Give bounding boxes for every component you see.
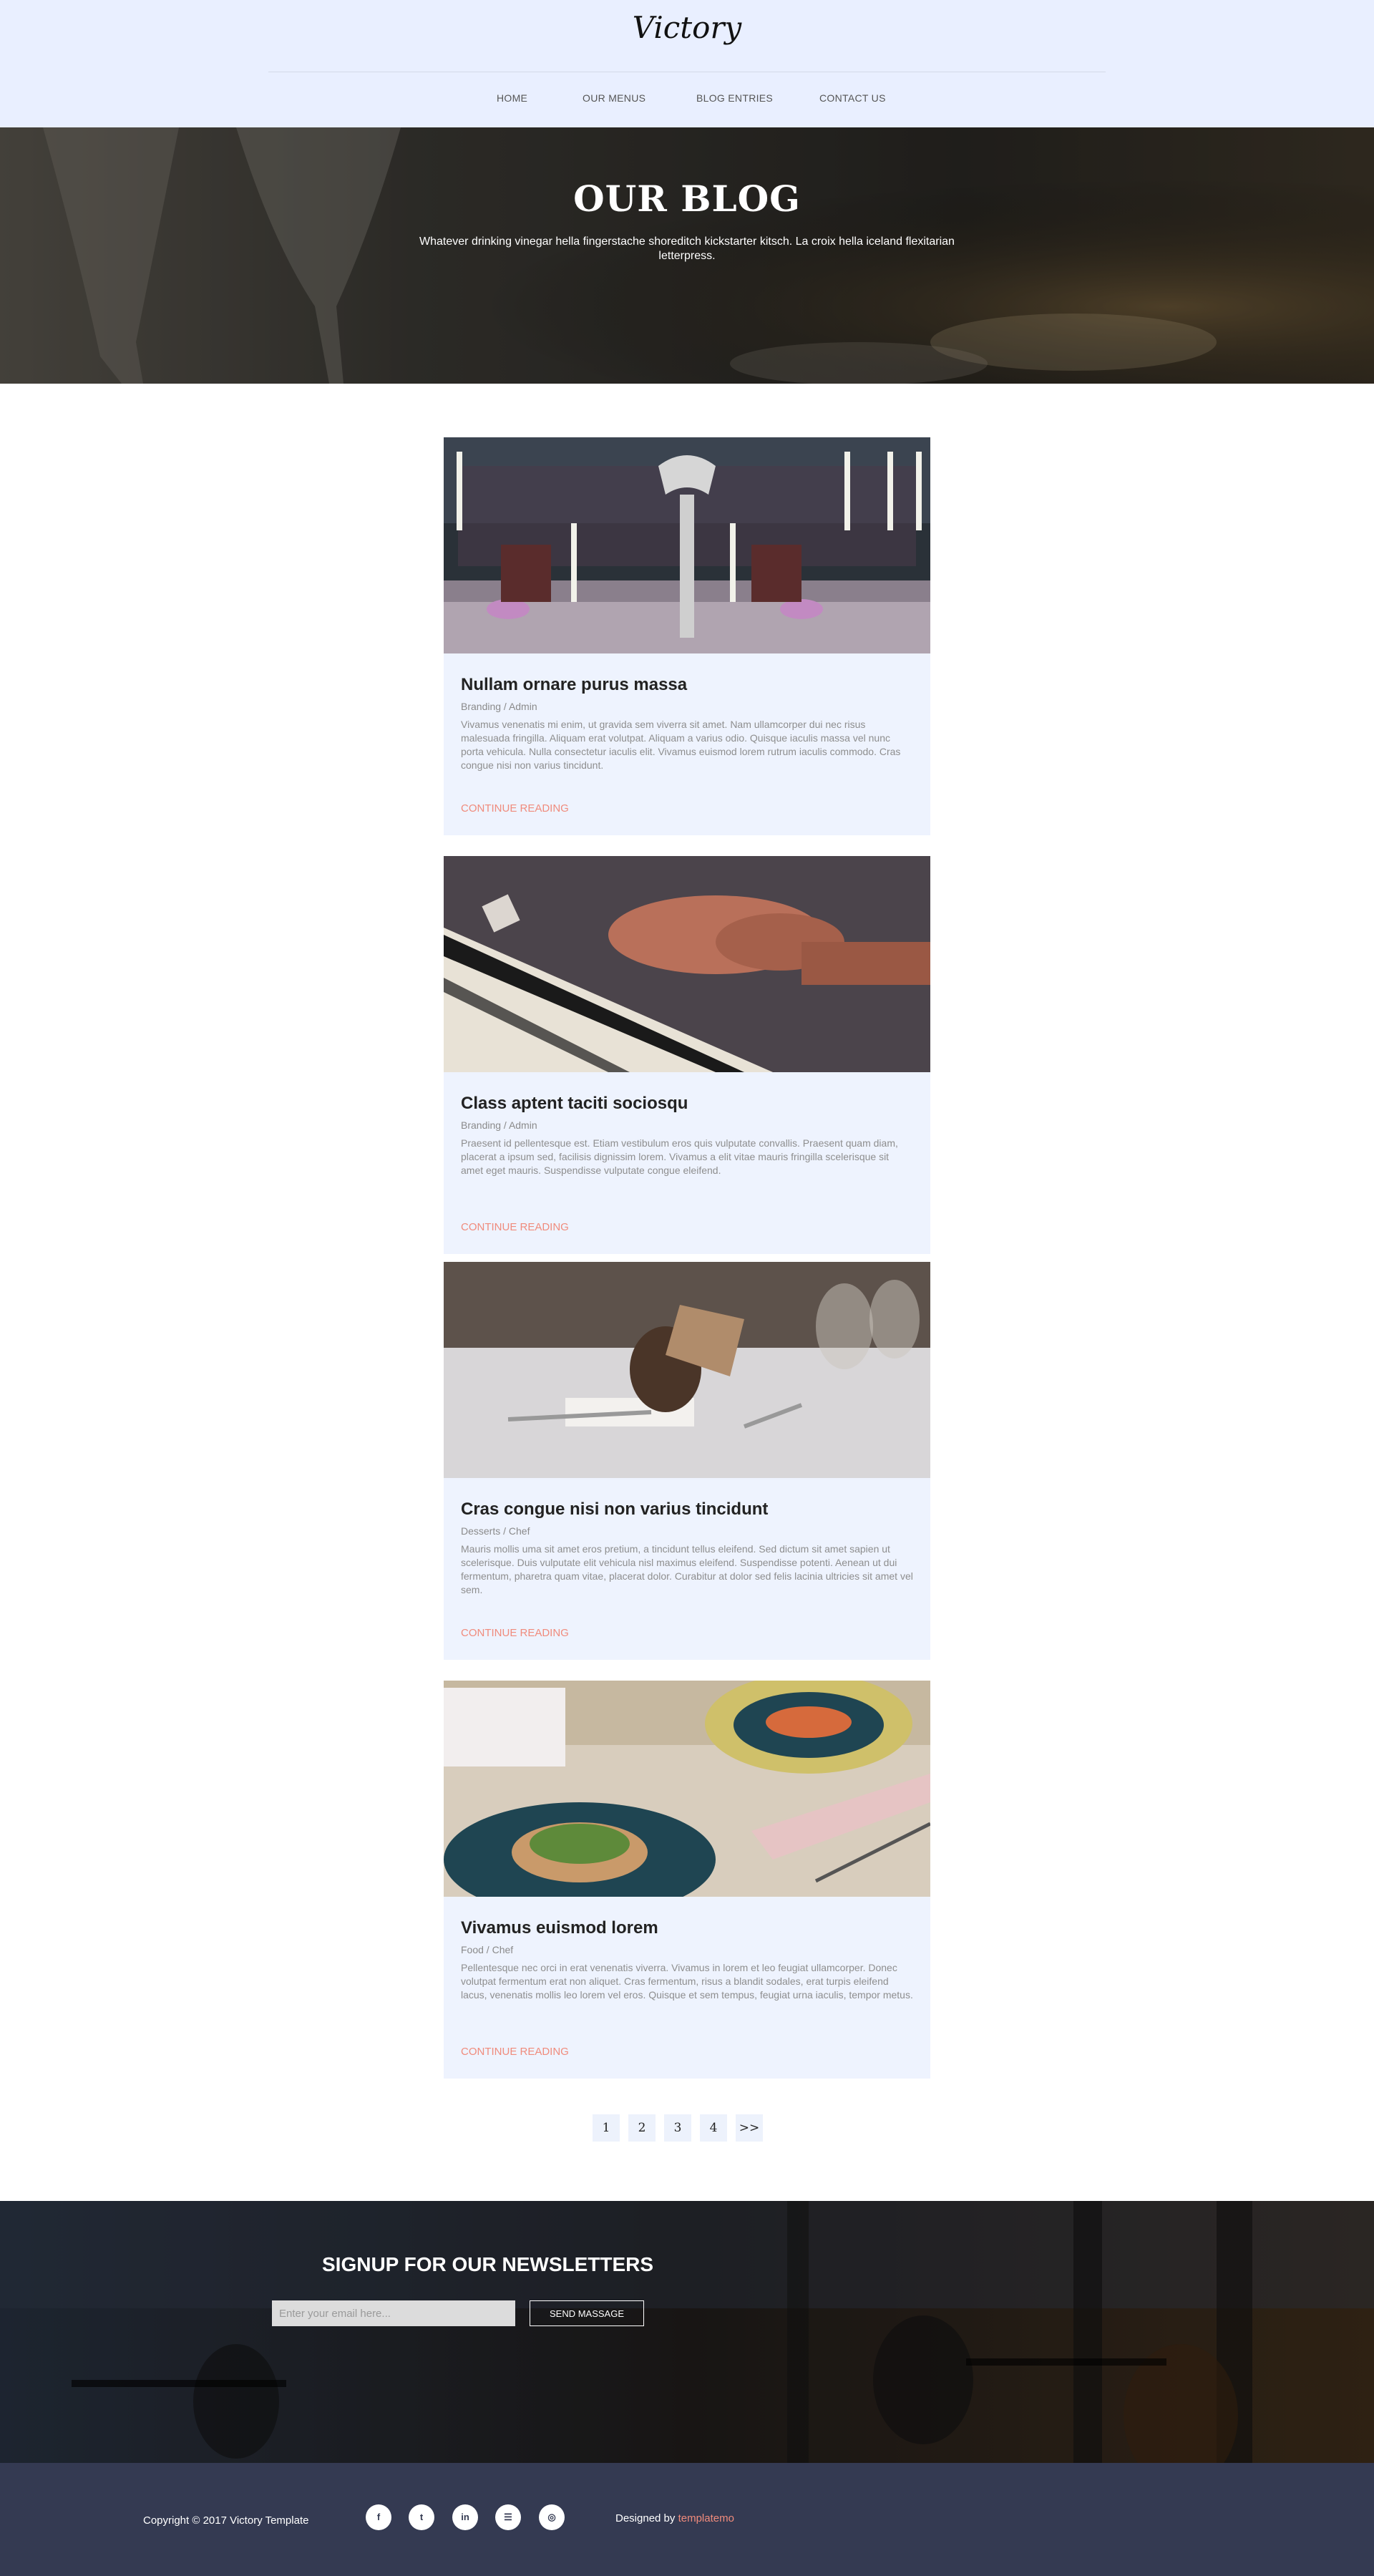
nav-our-menus[interactable]: OUR MENUS	[583, 92, 645, 104]
continue-reading-link[interactable]: CONTINUE READING	[461, 802, 569, 815]
twitter-icon[interactable]: t	[409, 2504, 434, 2530]
nav-home[interactable]: HOME	[497, 92, 527, 104]
page-button-3[interactable]: 3	[664, 2114, 691, 2142]
post-excerpt: Praesent id pellentesque est. Etiam vest…	[461, 1137, 898, 1176]
templatemo-link[interactable]: templatemo	[678, 2512, 734, 2524]
blog-post-card: Vivamus euismod lorem Food / Chef Pellen…	[444, 1681, 930, 2079]
continue-reading-link[interactable]: CONTINUE READING	[461, 1221, 569, 1233]
site-logo[interactable]: Victory	[0, 10, 1374, 45]
post-excerpt: Mauris mollis uma sit amet eros pretium,…	[461, 1543, 913, 1595]
hero-banner: OUR BLOG Whatever drinking vinegar hella…	[0, 127, 1374, 384]
linkedin-icon[interactable]: in	[452, 2504, 478, 2530]
newsletter-title: SIGNUP FOR OUR NEWSLETTERS	[322, 2253, 654, 2275]
send-message-button[interactable]: SEND MASSAGE	[530, 2300, 644, 2326]
blog-post-card: Cras congue nisi non varius tincidunt De…	[444, 1262, 930, 1660]
main-nav: HOME OUR MENUS BLOG ENTRIES CONTACT US	[0, 92, 1374, 107]
blog-post-card: Nullam ornare purus massa Branding / Adm…	[444, 437, 930, 835]
next-page-button[interactable]: >>	[736, 2114, 763, 2142]
site-footer: Copyright © 2017 Victory Template f t in…	[0, 2463, 1374, 2576]
post-excerpt: Pellentesque nec orci in erat venenatis …	[461, 1962, 913, 2001]
blog-post-card: Class aptent taciti sociosqu Branding / …	[444, 856, 930, 1254]
hero-subtitle: Whatever drinking vinegar hella fingerst…	[419, 235, 955, 262]
continue-reading-link[interactable]: CONTINUE READING	[461, 1627, 569, 1639]
rss-icon[interactable]: ☰	[495, 2504, 521, 2530]
post-image[interactable]	[444, 856, 930, 1072]
facebook-icon[interactable]: f	[366, 2504, 391, 2530]
nav-contact-us[interactable]: CONTACT US	[819, 92, 886, 104]
page-button-1[interactable]: 1	[593, 2114, 620, 2142]
site-header: Victory HOME OUR MENUS BLOG ENTRIES CONT…	[0, 0, 1374, 127]
post-title[interactable]: Nullam ornare purus massa	[461, 675, 687, 695]
post-image[interactable]	[444, 437, 930, 653]
post-image[interactable]	[444, 1262, 930, 1478]
continue-reading-link[interactable]: CONTINUE READING	[461, 2046, 569, 2058]
post-meta: Branding / Admin	[461, 1119, 537, 1131]
page-title: OUR BLOG	[573, 178, 801, 220]
email-input[interactable]	[272, 2300, 515, 2326]
post-excerpt: Vivamus venenatis mi enim, ut gravida se…	[461, 719, 901, 771]
post-meta: Desserts / Chef	[461, 1525, 530, 1537]
page-button-2[interactable]: 2	[628, 2114, 656, 2142]
page-button-4[interactable]: 4	[700, 2114, 727, 2142]
designed-by-label: Designed by	[615, 2512, 676, 2524]
post-image[interactable]	[444, 1681, 930, 1897]
post-title[interactable]: Cras congue nisi non varius tincidunt	[461, 1500, 768, 1520]
dribbble-icon[interactable]: ◎	[539, 2504, 565, 2530]
newsletter-background-image	[0, 2201, 1374, 2463]
post-title[interactable]: Vivamus euismod lorem	[461, 1918, 658, 1938]
post-title[interactable]: Class aptent taciti sociosqu	[461, 1094, 688, 1114]
post-meta: Food / Chef	[461, 1944, 514, 1955]
copyright-text: Copyright © 2017 Victory Template	[143, 2514, 309, 2527]
post-meta: Branding / Admin	[461, 701, 537, 712]
nav-blog-entries[interactable]: BLOG ENTRIES	[696, 92, 773, 104]
newsletter-section: SIGNUP FOR OUR NEWSLETTERS SEND MASSAGE	[0, 2201, 1374, 2463]
designed-by: Designed by templatemo	[615, 2512, 734, 2524]
